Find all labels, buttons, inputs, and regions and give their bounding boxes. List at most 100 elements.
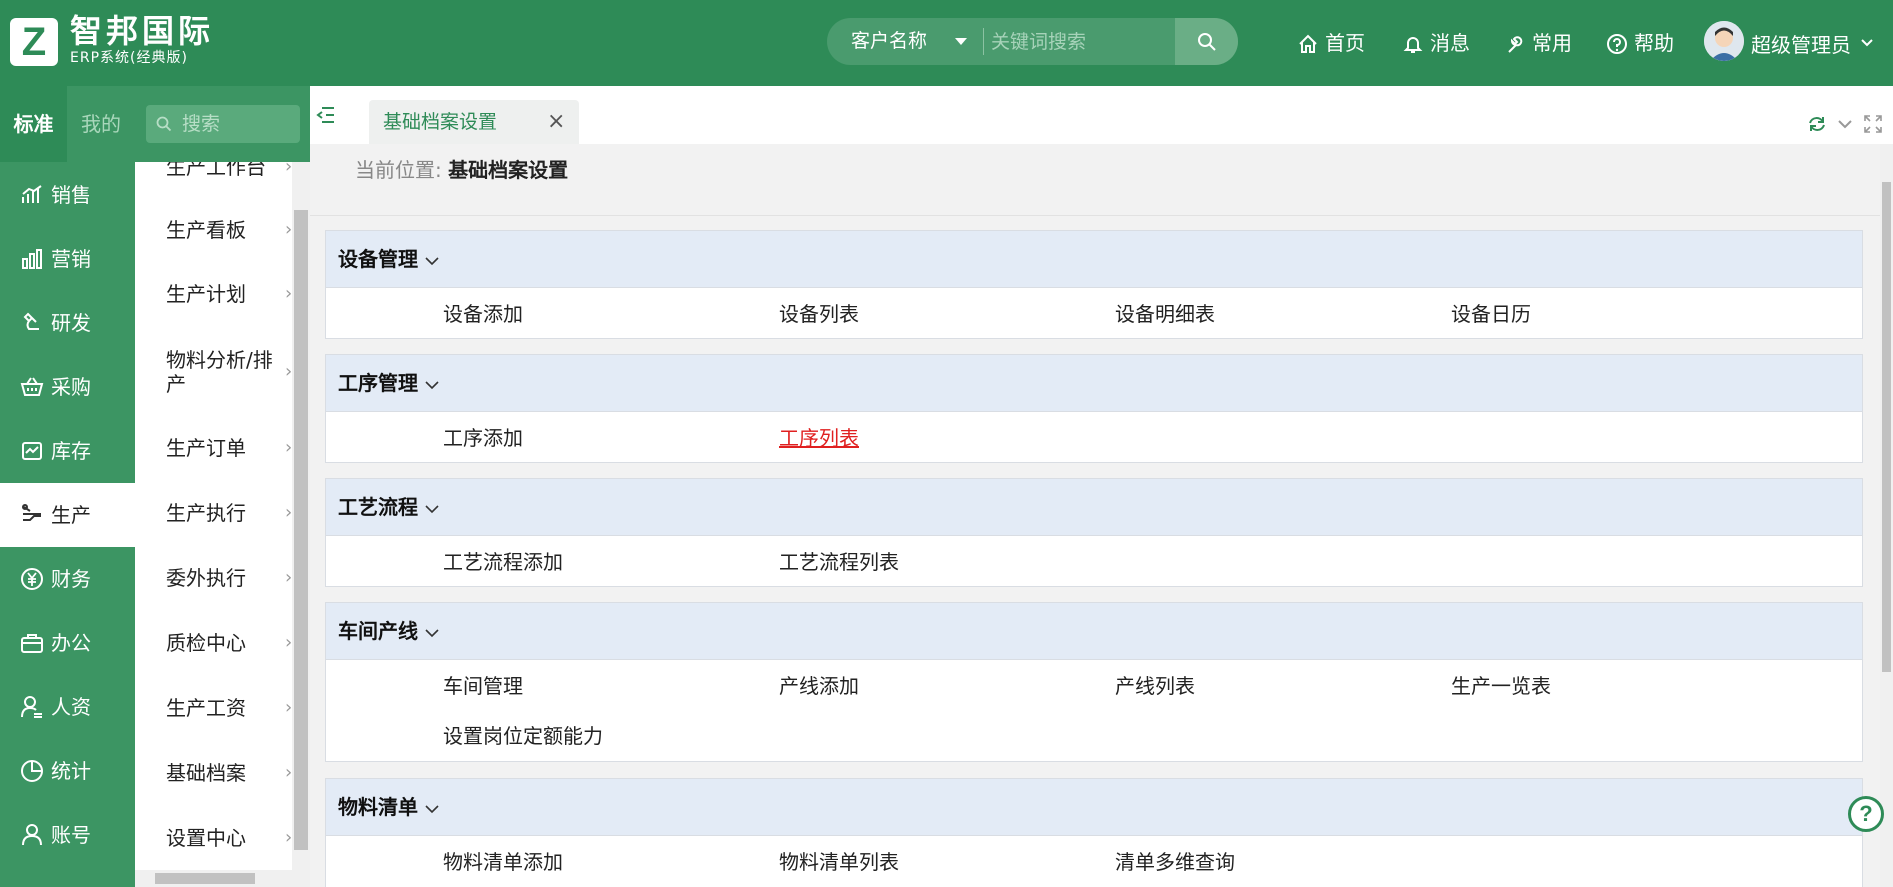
help-floating-button[interactable]: ? bbox=[1848, 796, 1884, 832]
sidebar-item-label: 采购 bbox=[51, 375, 91, 399]
link-bom-list[interactable]: 物料清单列表 bbox=[779, 849, 899, 875]
avatar-face-icon bbox=[1704, 21, 1744, 61]
close-icon[interactable]: × bbox=[547, 100, 565, 144]
link-workflow-add[interactable]: 工艺流程添加 bbox=[443, 549, 563, 575]
nav-messages[interactable]: 消息 bbox=[1402, 26, 1482, 60]
main-scroll-thumb[interactable] bbox=[1882, 182, 1891, 672]
brand-name: 智邦国际 bbox=[70, 12, 215, 50]
submenu-item[interactable]: 委外执行 bbox=[166, 566, 246, 590]
sidebar-item-label: 统计 bbox=[51, 759, 91, 783]
section-title: 工艺流程 bbox=[338, 495, 418, 519]
link-bom-query[interactable]: 清单多维查询 bbox=[1115, 849, 1235, 875]
search-button[interactable] bbox=[1175, 18, 1238, 65]
sidebar-item-label: 财务 bbox=[51, 567, 91, 591]
tab-mine[interactable]: 我的 bbox=[67, 86, 135, 162]
sidebar-item-purchase[interactable]: 采购 bbox=[0, 355, 135, 419]
link-equipment-list[interactable]: 设备列表 bbox=[779, 301, 859, 327]
search-type-select[interactable]: 客户名称 bbox=[827, 18, 983, 65]
nav-home[interactable]: 首页 bbox=[1297, 26, 1377, 60]
sidebar-item-marketing[interactable]: 营销 bbox=[0, 227, 135, 291]
section-header[interactable]: 工艺流程 bbox=[326, 479, 1862, 536]
submenu-item[interactable]: 生产工资 bbox=[166, 696, 246, 720]
chevron-down-icon[interactable] bbox=[424, 256, 440, 266]
chevron-down-icon[interactable] bbox=[424, 804, 440, 814]
link-post-quota[interactable]: 设置岗位定额能力 bbox=[443, 723, 603, 749]
user-name[interactable]: 超级管理员 bbox=[1751, 28, 1851, 62]
search-icon bbox=[1198, 33, 1216, 51]
sidebar-tabs: 标准 我的 搜索 bbox=[0, 86, 310, 162]
nav-help[interactable]: 帮助 bbox=[1606, 26, 1686, 60]
question-circle-icon bbox=[1607, 34, 1627, 54]
nav-frequent[interactable]: 常用 bbox=[1504, 26, 1584, 60]
submenu-item[interactable]: 物料分析/排产 bbox=[166, 348, 276, 396]
link-equipment-add[interactable]: 设备添加 bbox=[443, 301, 523, 327]
link-workflow-list[interactable]: 工艺流程列表 bbox=[779, 549, 899, 575]
link-process-add[interactable]: 工序添加 bbox=[443, 425, 523, 451]
chevron-down-icon[interactable] bbox=[424, 380, 440, 390]
section-header[interactable]: 车间产线 bbox=[326, 603, 1862, 660]
main-vertical-scrollbar[interactable] bbox=[1880, 144, 1893, 887]
submenu-item[interactable]: 生产订单 bbox=[166, 436, 246, 460]
submenu-item[interactable]: 生产看板 bbox=[166, 218, 246, 242]
submenu-item[interactable]: 设置中心 bbox=[166, 826, 246, 850]
submenu-item[interactable]: 基础档案 bbox=[166, 761, 246, 785]
submenu-item[interactable]: 生产工作台 bbox=[166, 162, 266, 179]
brand-logo[interactable]: Z bbox=[10, 18, 58, 66]
sidebar-item-hr[interactable]: 人资 bbox=[0, 675, 135, 739]
submenu-scroll-thumb[interactable] bbox=[294, 210, 308, 850]
section-workshop: 车间产线 车间管理 产线添加 产线列表 生产一览表 设置岗位定额能力 bbox=[325, 602, 1863, 762]
section-header[interactable]: 设备管理 bbox=[326, 231, 1862, 288]
link-bom-add[interactable]: 物料清单添加 bbox=[443, 849, 563, 875]
breadcrumb-current: 基础档案设置 bbox=[448, 158, 569, 182]
refresh-icon[interactable] bbox=[1807, 114, 1827, 134]
chevron-down-icon[interactable] bbox=[424, 628, 440, 638]
yuan-icon bbox=[21, 568, 43, 590]
tab-basic-archive-settings[interactable]: 基础档案设置 × bbox=[369, 100, 579, 144]
sidebar-item-statistics[interactable]: 统计 bbox=[0, 739, 135, 803]
sidebar-item-account[interactable]: 账号 bbox=[0, 803, 135, 867]
submenu-item[interactable]: 质检中心 bbox=[166, 631, 246, 655]
link-production-overview[interactable]: 生产一览表 bbox=[1451, 673, 1551, 699]
nav-help-label: 帮助 bbox=[1634, 31, 1674, 55]
section-header[interactable]: 工序管理 bbox=[326, 355, 1862, 412]
link-equipment-detail[interactable]: 设备明细表 bbox=[1115, 301, 1215, 327]
link-workshop-manage[interactable]: 车间管理 bbox=[443, 673, 523, 699]
submenu-hscroll-thumb[interactable] bbox=[155, 873, 255, 884]
fullscreen-icon[interactable] bbox=[1863, 114, 1883, 134]
section-header[interactable]: 物料清单 bbox=[326, 779, 1862, 836]
link-line-add[interactable]: 产线添加 bbox=[779, 673, 859, 699]
sidebar-item-finance[interactable]: 财务 bbox=[0, 547, 135, 611]
sidebar-item-label: 人资 bbox=[51, 695, 91, 719]
link-process-list[interactable]: 工序列表 bbox=[779, 425, 859, 451]
sidebar-item-office[interactable]: 办公 bbox=[0, 611, 135, 675]
collapse-menu-icon[interactable] bbox=[316, 106, 336, 124]
module-sidebar: 标准 我的 搜索 销售 营销 研发 采购 库存 生产 财务 办公 人资 统计 账… bbox=[0, 86, 310, 887]
submenu-horizontal-scrollbar[interactable] bbox=[135, 870, 310, 887]
sidebar-item-label: 研发 bbox=[51, 311, 91, 335]
sidebar-item-label: 办公 bbox=[51, 631, 91, 655]
sidebar-item-inventory[interactable]: 库存 bbox=[0, 419, 135, 483]
submenu-item[interactable]: 生产执行 bbox=[166, 501, 246, 525]
chevron-down-icon[interactable] bbox=[1837, 118, 1853, 130]
submenu-item[interactable]: 生产计划 bbox=[166, 282, 246, 306]
submenu-vertical-scrollbar[interactable] bbox=[292, 162, 310, 870]
sidebar-search[interactable]: 搜索 bbox=[146, 105, 300, 143]
link-line-list[interactable]: 产线列表 bbox=[1115, 673, 1195, 699]
section-bom: 物料清单 物料清单添加 物料清单列表 清单多维查询 bbox=[325, 778, 1863, 887]
link-equipment-calendar[interactable]: 设备日历 bbox=[1451, 301, 1531, 327]
sidebar-item-label: 库存 bbox=[51, 439, 91, 463]
sidebar-item-sales[interactable]: 销售 bbox=[0, 163, 135, 227]
main-content: 当前位置: 基础档案设置 设备管理 设备添加 设备列表 设备明细表 设备日历 工… bbox=[310, 144, 1880, 887]
avatar[interactable] bbox=[1704, 21, 1744, 61]
tab-standard[interactable]: 标准 bbox=[0, 86, 67, 162]
sidebar-item-rnd[interactable]: 研发 bbox=[0, 291, 135, 355]
chevron-down-icon[interactable] bbox=[424, 504, 440, 514]
chevron-down-icon[interactable] bbox=[1860, 38, 1874, 48]
search-input[interactable] bbox=[991, 18, 1191, 65]
brand-subtitle: ERP系统(经典版) bbox=[70, 50, 188, 66]
breadcrumb: 当前位置: 基础档案设置 bbox=[355, 156, 568, 184]
basket-icon bbox=[20, 377, 44, 396]
person-icon bbox=[21, 696, 42, 718]
home-icon bbox=[1299, 34, 1317, 53]
sidebar-item-production[interactable]: 生产 bbox=[0, 483, 135, 547]
